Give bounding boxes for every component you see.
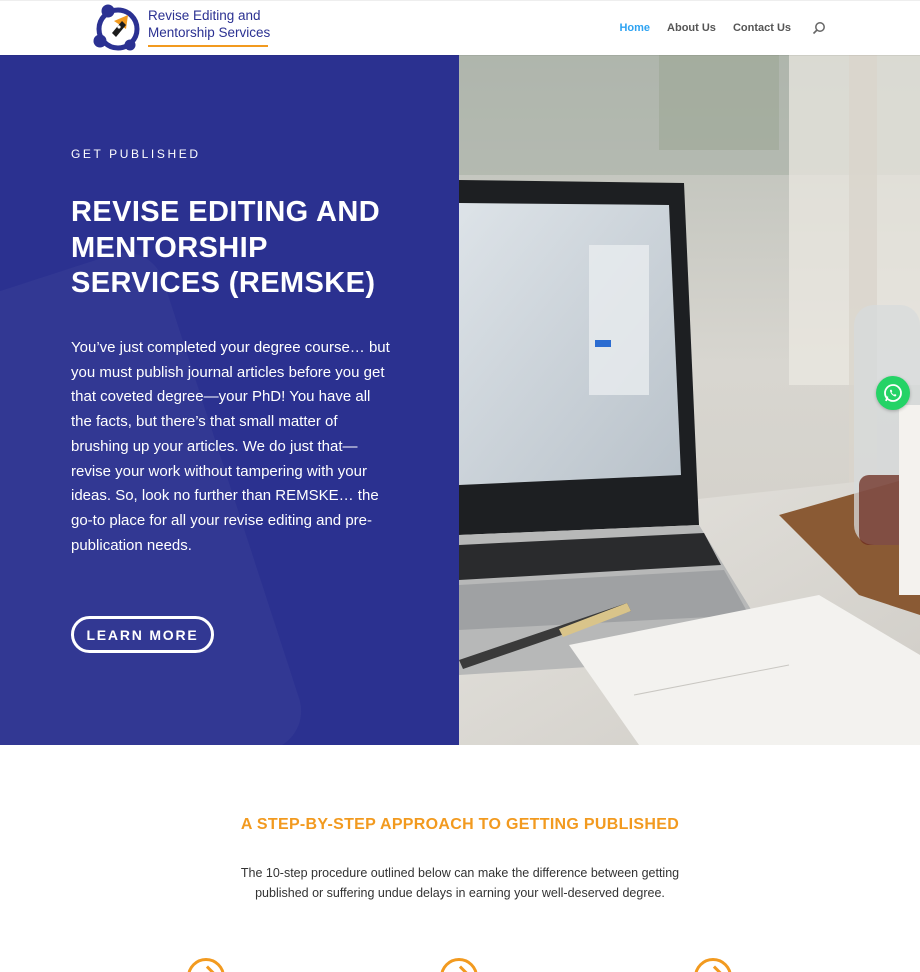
hero-title: REVISE EDITING AND MENTORSHIP SERVICES (…	[71, 196, 381, 299]
main-nav: Home About Us Contact Us	[619, 21, 826, 35]
section-subtitle: The 10-step procedure outlined below can…	[240, 866, 680, 900]
nav-contact-us[interactable]: Contact Us	[733, 22, 791, 34]
search-icon[interactable]	[812, 21, 826, 35]
hero-eyebrow: GET PUBLISHED	[71, 147, 201, 161]
step-1-chevron-circle-icon	[187, 958, 225, 972]
logo-line-2: Mentorship Services	[148, 25, 271, 40]
site-logo[interactable]: Revise Editing and Mentorship Services	[92, 3, 272, 53]
whatsapp-icon[interactable]	[876, 376, 910, 410]
section-title: A STEP-BY-STEP APPROACH TO GETTING PUBLI…	[240, 816, 680, 833]
logo-text: Revise Editing and Mentorship Services	[148, 7, 270, 41]
site-header: Revise Editing and Mentorship Services H…	[0, 0, 920, 55]
laptop-on-desk-photo	[459, 55, 920, 745]
pen-nib-circle-logo-icon	[93, 4, 140, 51]
logo-underline	[148, 45, 268, 47]
hero-text-panel: GET PUBLISHED REVISE EDITING AND MENTORS…	[0, 55, 459, 745]
step-2-chevron-circle-icon	[440, 958, 478, 972]
nav-home[interactable]: Home	[619, 22, 650, 34]
step-3-chevron-circle-icon	[694, 958, 732, 972]
hero-section: GET PUBLISHED REVISE EDITING AND MENTORS…	[0, 55, 920, 745]
learn-more-button[interactable]: LEARN MORE	[71, 616, 214, 653]
hero-description: You’ve just completed your degree course…	[71, 339, 390, 554]
logo-line-1: Revise Editing and	[148, 8, 261, 23]
nav-about-us[interactable]: About Us	[667, 22, 716, 34]
